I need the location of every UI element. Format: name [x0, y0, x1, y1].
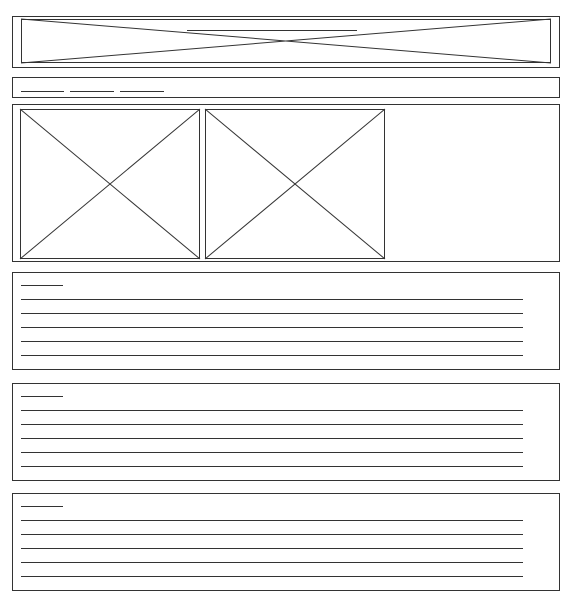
image-placeholder-icon [204, 108, 386, 260]
body-text-line [21, 576, 523, 577]
banner-title-line [187, 30, 357, 31]
text-section [12, 493, 560, 591]
text-section [12, 272, 560, 370]
gallery-section [12, 104, 560, 262]
text-section [12, 383, 560, 481]
nav-bar [12, 77, 560, 98]
body-text-line [21, 313, 523, 314]
section-heading-line [21, 396, 63, 397]
body-text-line [21, 438, 523, 439]
nav-link[interactable] [70, 91, 114, 92]
body-text-line [21, 355, 523, 356]
nav-link[interactable] [120, 91, 164, 92]
header-section [12, 16, 560, 68]
body-text-line [21, 424, 523, 425]
banner-image-placeholder-icon [20, 18, 552, 64]
body-text-line [21, 452, 523, 453]
body-text-line [21, 534, 523, 535]
body-text-line [21, 562, 523, 563]
image-placeholder-icon [19, 108, 201, 260]
body-text-line [21, 466, 523, 467]
body-text-line [21, 341, 523, 342]
section-heading-line [21, 506, 63, 507]
section-heading-line [21, 285, 63, 286]
body-text-line [21, 520, 523, 521]
nav-link[interactable] [21, 91, 64, 92]
body-text-line [21, 548, 523, 549]
body-text-line [21, 410, 523, 411]
body-text-line [21, 299, 523, 300]
body-text-line [21, 327, 523, 328]
